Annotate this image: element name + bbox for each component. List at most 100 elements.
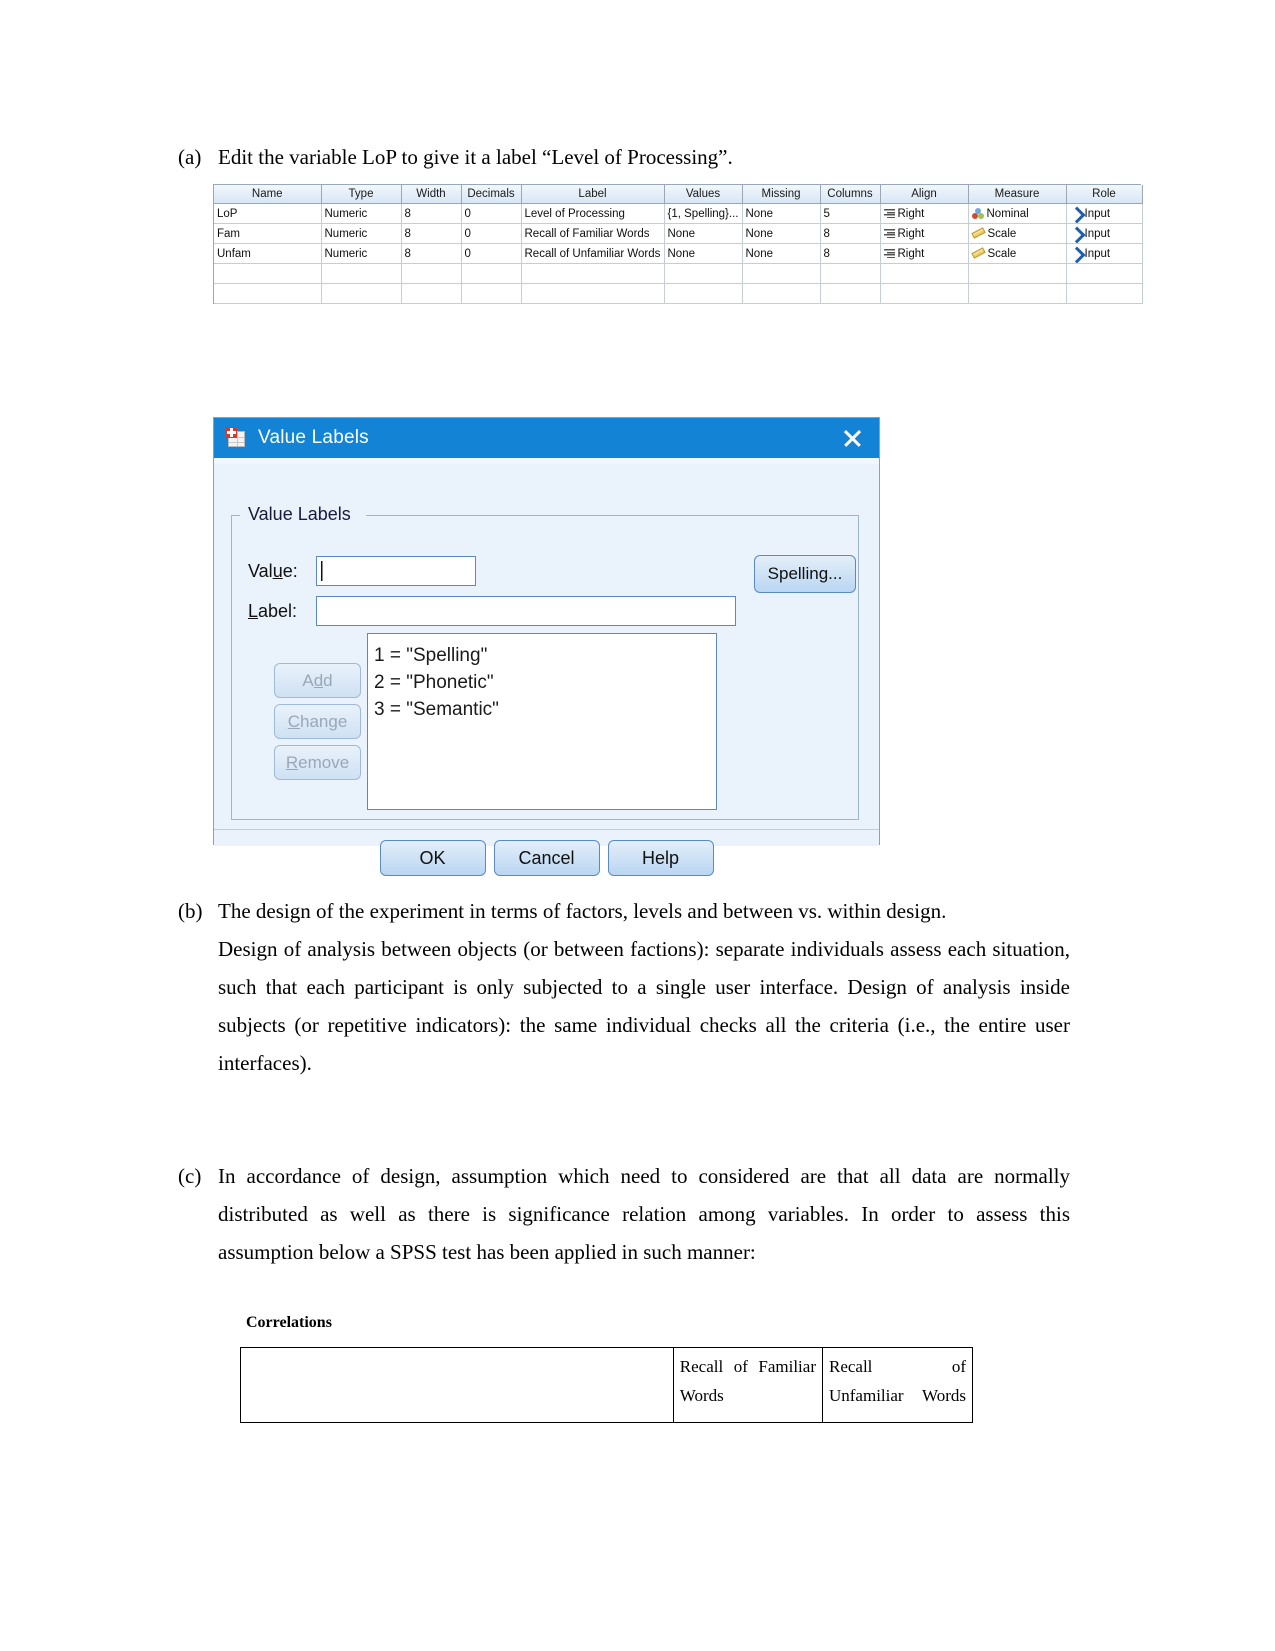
value-labels-listbox[interactable]: 1 = "Spelling" 2 = "Phonetic" 3 = "Seman… [367, 633, 717, 810]
cell-align[interactable]: Right [880, 223, 969, 244]
cancel-button[interactable]: Cancel [493, 840, 600, 876]
question-a-body: Edit the variable LoP to give it a label… [218, 138, 1078, 176]
cell-columns[interactable]: 5 [820, 203, 881, 224]
close-icon[interactable] [835, 422, 869, 454]
value-labels-icon [226, 427, 248, 449]
cell-values[interactable]: None [664, 223, 743, 244]
table-row[interactable]: Unfam Numeric 8 0 Recall of Unfamiliar W… [214, 243, 1143, 264]
cell-empty[interactable] [214, 263, 322, 284]
column-header-align[interactable]: Align [880, 185, 969, 204]
cell-measure[interactable]: Scale [968, 243, 1067, 264]
cell-empty[interactable] [968, 283, 1067, 304]
cell-role[interactable]: Input [1066, 203, 1143, 224]
question-c-line-1: In accordance of design, assumption whic… [218, 1164, 1070, 1264]
column-header-missing[interactable]: Missing [742, 185, 821, 204]
cell-name[interactable]: LoP [214, 203, 322, 224]
cell-align-text: Right [897, 247, 925, 260]
spelling-button[interactable]: Spelling... [754, 555, 856, 593]
cell-role[interactable]: Input [1066, 243, 1143, 264]
cell-empty[interactable] [1066, 283, 1143, 304]
table-row[interactable]: LoP Numeric 8 0 Level of Processing {1, … [214, 203, 1143, 224]
cell-empty[interactable] [664, 283, 743, 304]
correlations-table: Recall of Familiar Words Recall of Unfam… [240, 1347, 974, 1423]
cell-role-text: Input [1084, 227, 1111, 240]
column-header-measure[interactable]: Measure [968, 185, 1067, 204]
cell-label[interactable]: Recall of Familiar Words [521, 223, 665, 244]
column-header-label[interactable]: Label [521, 185, 665, 204]
cell-empty[interactable] [461, 283, 522, 304]
cell-type[interactable]: Numeric [321, 203, 402, 224]
cell-measure[interactable]: Scale [968, 223, 1067, 244]
cell-label[interactable]: Recall of Unfamiliar Words [521, 243, 665, 264]
question-c-body: In accordance of design, assumption whic… [218, 1157, 1070, 1271]
cell-measure[interactable]: Nominal [968, 203, 1067, 224]
cell-name[interactable]: Fam [214, 223, 322, 244]
cell-type[interactable]: Numeric [321, 223, 402, 244]
list-item[interactable]: 1 = "Spelling" [374, 642, 716, 669]
cell-values[interactable]: {1, Spelling}... [664, 203, 743, 224]
cell-name[interactable]: Unfam [214, 243, 322, 264]
column-header-role[interactable]: Role [1066, 185, 1143, 204]
cell-empty[interactable] [880, 283, 969, 304]
table-row-empty[interactable] [214, 283, 1143, 304]
cell-label[interactable]: Level of Processing [521, 203, 665, 224]
cell-empty[interactable] [401, 263, 462, 284]
column-header-decimals[interactable]: Decimals [461, 185, 522, 204]
cell-empty[interactable] [401, 283, 462, 304]
cell-align[interactable]: Right [880, 243, 969, 264]
cell-columns[interactable]: 8 [820, 243, 881, 264]
remove-button[interactable]: Remove [274, 745, 361, 780]
question-b-marker: (b) [178, 899, 203, 923]
cell-missing[interactable]: None [742, 243, 821, 264]
table-row[interactable]: Fam Numeric 8 0 Recall of Familiar Words… [214, 223, 1143, 244]
cell-missing[interactable]: None [742, 203, 821, 224]
table-row-empty[interactable] [214, 263, 1143, 284]
question-a-marker: (a) [178, 145, 202, 169]
value-field-row: Value: [248, 556, 548, 586]
cell-empty[interactable] [461, 263, 522, 284]
dialog-footer: OK Cancel Help [214, 830, 879, 886]
list-item[interactable]: 2 = "Phonetic" [374, 669, 716, 696]
cell-decimals[interactable]: 0 [461, 203, 522, 224]
column-header-recall-familiar: Recall of Familiar Words [672, 1347, 823, 1423]
change-button[interactable]: Change [274, 704, 361, 739]
list-item[interactable]: 3 = "Semantic" [374, 696, 716, 723]
cell-missing[interactable]: None [742, 223, 821, 244]
cell-empty[interactable] [742, 283, 821, 304]
cell-empty[interactable] [742, 263, 821, 284]
column-header-values[interactable]: Values [664, 185, 743, 204]
cell-width[interactable]: 8 [401, 203, 462, 224]
cell-align[interactable]: Right [880, 203, 969, 224]
cell-empty[interactable] [880, 263, 969, 284]
cell-empty[interactable] [664, 263, 743, 284]
column-header-type[interactable]: Type [321, 185, 402, 204]
column-header-width[interactable]: Width [401, 185, 462, 204]
cell-empty[interactable] [214, 283, 322, 304]
cell-empty[interactable] [521, 263, 665, 284]
column-header-name[interactable]: Name [214, 185, 322, 204]
cell-values[interactable]: None [664, 243, 743, 264]
cell-empty[interactable] [321, 283, 402, 304]
help-button[interactable]: Help [607, 840, 714, 876]
cell-width[interactable]: 8 [401, 223, 462, 244]
cell-columns[interactable]: 8 [820, 223, 881, 244]
cell-empty[interactable] [968, 263, 1067, 284]
add-button[interactable]: Add [274, 663, 361, 698]
cell-measure-text: Nominal [986, 207, 1029, 220]
label-input[interactable] [316, 596, 736, 626]
cell-type[interactable]: Numeric [321, 243, 402, 264]
column-header-columns[interactable]: Columns [820, 185, 881, 204]
cell-decimals[interactable]: 0 [461, 243, 522, 264]
value-input[interactable] [316, 556, 476, 586]
cell-empty[interactable] [321, 263, 402, 284]
cell-role[interactable]: Input [1066, 223, 1143, 244]
cell-empty[interactable] [1066, 263, 1143, 284]
spss-variable-view-grid[interactable]: Name Type Width Decimals Label Values Mi… [213, 184, 1143, 304]
cell-decimals[interactable]: 0 [461, 223, 522, 244]
cell-empty[interactable] [820, 263, 881, 284]
cell-width[interactable]: 8 [401, 243, 462, 264]
cell-empty[interactable] [820, 283, 881, 304]
ok-button[interactable]: OK [379, 840, 486, 876]
cell-empty[interactable] [521, 283, 665, 304]
question-c-marker: (c) [178, 1164, 202, 1188]
